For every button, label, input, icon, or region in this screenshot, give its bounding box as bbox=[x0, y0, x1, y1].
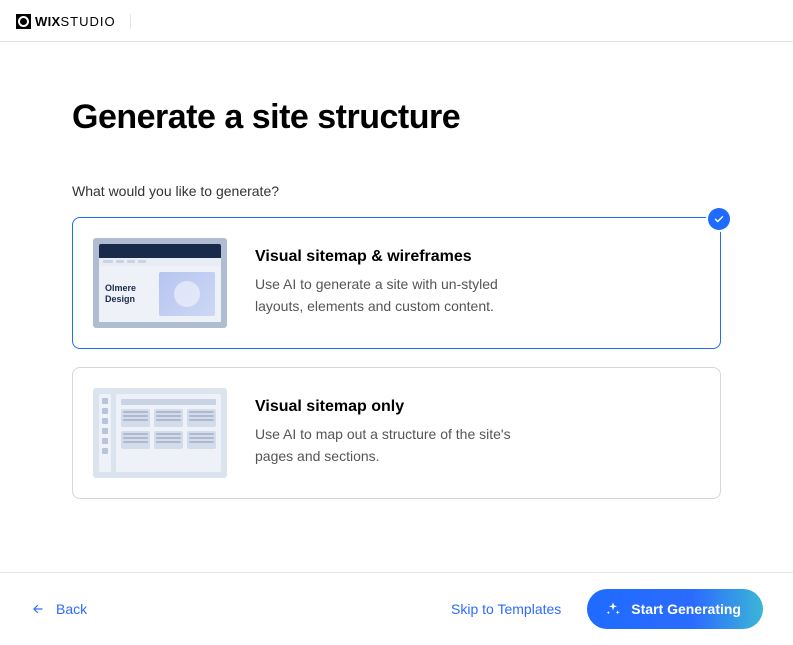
brand-logo: WIXSTUDIO bbox=[16, 14, 131, 29]
footer-bar: Back Skip to Templates Start Generating bbox=[0, 572, 793, 645]
sitemap-illustration-icon bbox=[93, 388, 227, 478]
selected-check-icon bbox=[708, 208, 730, 230]
arrow-left-icon bbox=[30, 602, 46, 616]
start-label: Start Generating bbox=[631, 601, 741, 617]
skip-to-templates-link[interactable]: Skip to Templates bbox=[451, 601, 561, 617]
main-content: Generate a site structure What would you… bbox=[0, 42, 793, 499]
wireframe-illustration-icon: Olmere Design bbox=[93, 238, 227, 328]
brand-text: WIXSTUDIO bbox=[35, 14, 116, 29]
illus-label-2: Design bbox=[105, 295, 151, 304]
app-header: WIXSTUDIO bbox=[0, 0, 793, 42]
back-button[interactable]: Back bbox=[30, 601, 87, 617]
option-card-sitemap-wireframes[interactable]: Olmere Design Visual sitemap & wireframe… bbox=[72, 217, 721, 349]
option-text: Visual sitemap only Use AI to map out a … bbox=[255, 398, 515, 467]
wix-logo-icon bbox=[16, 14, 31, 29]
option-text: Visual sitemap & wireframes Use AI to ge… bbox=[255, 248, 515, 317]
footer-actions: Skip to Templates Start Generating bbox=[451, 589, 763, 629]
option-card-sitemap-only[interactable]: Visual sitemap only Use AI to map out a … bbox=[72, 367, 721, 499]
option-title: Visual sitemap & wireframes bbox=[255, 248, 515, 266]
illus-label-1: Olmere bbox=[105, 284, 151, 293]
page-title: Generate a site structure bbox=[72, 98, 721, 137]
option-description: Use AI to generate a site with un-styled… bbox=[255, 274, 515, 317]
back-label: Back bbox=[56, 601, 87, 617]
prompt-text: What would you like to generate? bbox=[72, 183, 721, 199]
start-generating-button[interactable]: Start Generating bbox=[587, 589, 763, 629]
sparkle-icon bbox=[605, 601, 621, 617]
option-title: Visual sitemap only bbox=[255, 398, 515, 416]
option-description: Use AI to map out a structure of the sit… bbox=[255, 424, 515, 467]
